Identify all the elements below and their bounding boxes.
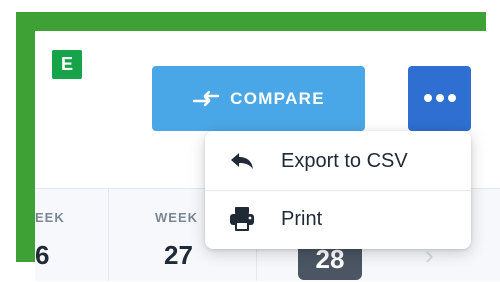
week-label: EEK xyxy=(35,210,65,225)
week-number: 6 xyxy=(35,240,50,270)
menu-item-export-csv[interactable]: Export to CSV xyxy=(205,133,471,189)
compare-arrows-icon xyxy=(192,90,220,108)
menu-item-label: Export to CSV xyxy=(281,149,408,172)
more-options-button[interactable] xyxy=(408,66,471,131)
compare-button[interactable]: COMPARE xyxy=(152,66,365,131)
highlight-frame-top xyxy=(16,12,486,31)
menu-item-print[interactable]: Print xyxy=(205,191,471,247)
week-number: 27 xyxy=(164,240,193,270)
menu-item-label: Print xyxy=(281,207,323,230)
printer-icon xyxy=(227,206,257,232)
label-badge: E xyxy=(52,50,82,79)
reply-arrow-icon xyxy=(227,151,257,171)
compare-button-label: COMPARE xyxy=(230,88,325,108)
highlight-frame-left xyxy=(16,12,35,262)
more-horizontal-icon xyxy=(423,90,457,108)
week-label: WEEK xyxy=(155,210,198,225)
more-options-menu: Export to CSV Print xyxy=(205,131,471,249)
